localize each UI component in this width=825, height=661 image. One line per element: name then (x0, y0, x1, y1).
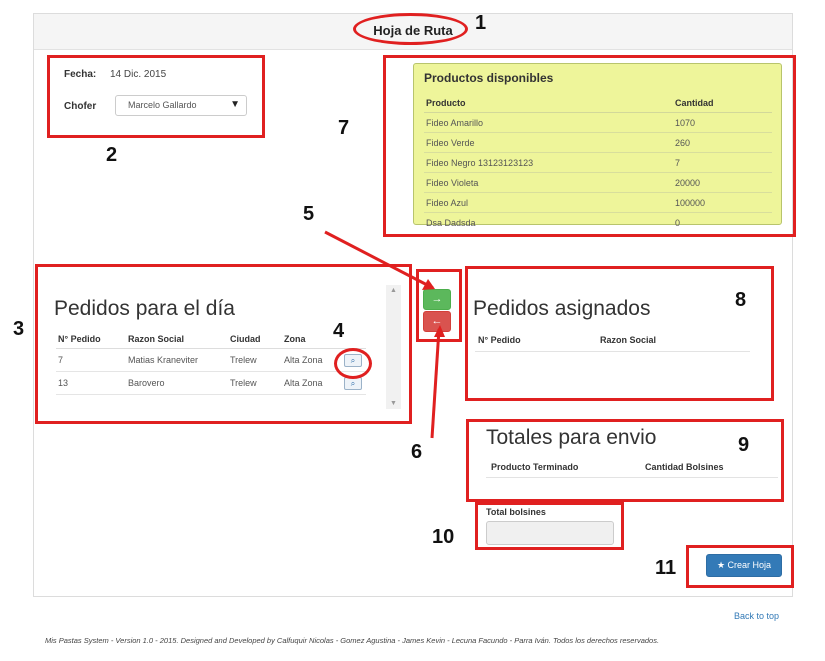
annotation-number-2: 2 (106, 144, 118, 166)
annotation-number-5: 5 (303, 203, 315, 225)
annotation-number-9: 9 (738, 434, 750, 456)
annotation-number-10: 10 (432, 526, 455, 548)
annotation-number-7: 7 (338, 117, 350, 139)
annotation-number-1: 1 (475, 12, 487, 34)
annotation-arrow-6 (430, 328, 441, 439)
annotation-number-3: 3 (13, 318, 25, 340)
annotation-arrows (324, 230, 445, 439)
annotation-arrow-5 (324, 230, 434, 290)
annotation-number-4: 4 (333, 320, 345, 342)
annotation-number-8: 8 (735, 289, 747, 311)
annotation-number-6: 6 (411, 441, 423, 463)
annotation-number-11: 11 (655, 557, 677, 579)
annotation-arrowhead-6 (434, 325, 445, 337)
